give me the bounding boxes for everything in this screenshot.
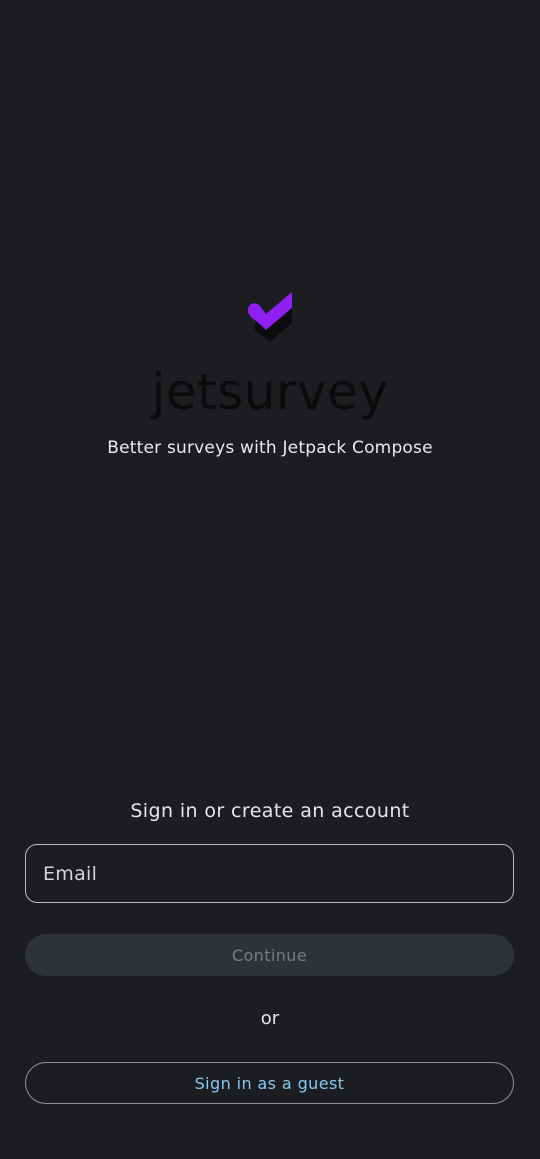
email-input[interactable]	[43, 862, 513, 885]
email-field[interactable]	[25, 844, 514, 903]
continue-button[interactable]: Continue	[25, 934, 514, 976]
signin-heading: Sign in or create an account	[130, 800, 410, 822]
or-divider: or	[260, 1008, 280, 1029]
sign-in-as-guest-button[interactable]: Sign in as a guest	[25, 1062, 514, 1104]
welcome-screen: jetsurvey Better surveys with Jetpack Co…	[0, 0, 540, 1159]
app-tagline: Better surveys with Jetpack Compose	[107, 438, 433, 458]
jetsurvey-logo-icon	[248, 292, 292, 342]
app-wordmark: jetsurvey	[151, 363, 389, 421]
